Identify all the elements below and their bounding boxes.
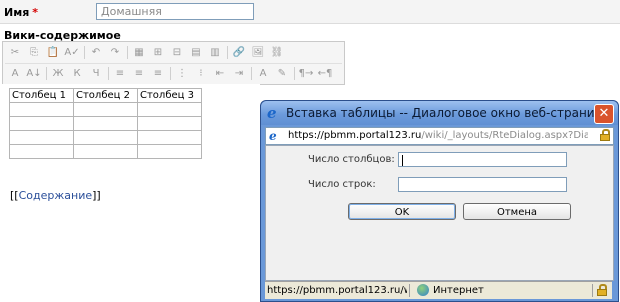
page-icon: e [269, 129, 277, 143]
dialog-title: Вставка таблицы -- Диалоговое окно веб-с… [286, 106, 613, 120]
toc-link-text[interactable]: Содержание [19, 189, 93, 202]
table-cell[interactable] [137, 102, 202, 117]
table-cells-icon[interactable]: ▥ [207, 45, 223, 60]
insert-link-icon[interactable]: 🔗 [231, 45, 247, 60]
rtl-icon[interactable]: ←¶ [317, 66, 333, 81]
toolbar-separator [127, 46, 128, 59]
remove-link-icon[interactable]: ⛓ [269, 45, 285, 60]
table-cell[interactable] [9, 144, 74, 159]
rows-label: Число строк: [308, 179, 376, 190]
sample-table[interactable]: Столбец 1 Столбец 2 Столбец 3 [9, 88, 202, 159]
table-row [9, 144, 202, 159]
toolbar-row-2: A A↓ Ж К Ч ≡ ≡ ≡ ⋮ ⁝ ⇤ ⇥ A ✎ ¶→ ←¶ [5, 63, 342, 83]
lock-icon [600, 129, 610, 141]
bold-icon[interactable]: Ж [50, 66, 66, 81]
indent-icon[interactable]: ⇥ [231, 66, 247, 81]
status-bar: https://pbmm.portal123.ru/wiki/_l Интерн… [265, 281, 612, 299]
table-props-icon[interactable]: ▤ [188, 45, 204, 60]
highlight-icon[interactable]: ✎ [274, 66, 290, 81]
table-cell[interactable] [73, 116, 138, 131]
status-separator [409, 284, 410, 297]
required-mark: * [32, 6, 39, 19]
undo-icon[interactable]: ↶ [88, 45, 104, 60]
wiki-editor-area[interactable]: Столбец 1 Столбец 2 Столбец 3 [[Содержан… [2, 84, 260, 302]
table-cell[interactable] [73, 144, 138, 159]
font-size-smaller-icon[interactable]: A↓ [26, 66, 42, 81]
table-row [9, 102, 202, 117]
toolbar-separator [251, 67, 252, 80]
dialog-content: Число столбцов: Число строк: OK Отмена [265, 145, 614, 281]
zone-label: Интернет [433, 285, 484, 296]
table-row [9, 116, 202, 131]
address-text: https://pbmm.portal123.ru/wiki/_layouts/… [288, 130, 588, 141]
table-columns-icon[interactable]: ⊟ [169, 45, 185, 60]
toolbar-separator [46, 67, 47, 80]
table-header-cell[interactable]: Столбец 1 [9, 88, 74, 103]
spellcheck-icon[interactable]: A✓ [64, 45, 80, 60]
address-bar: e https://pbmm.portal123.ru/wiki/_layout… [265, 127, 614, 145]
toolbar-separator [108, 67, 109, 80]
rows-input[interactable] [398, 177, 567, 192]
text-caret [402, 155, 403, 166]
table-cell[interactable] [9, 116, 74, 131]
italic-icon[interactable]: К [69, 66, 85, 81]
numbered-list-icon[interactable]: ⋮ [174, 66, 190, 81]
ok-button[interactable]: OK [348, 203, 456, 220]
table-row [9, 130, 202, 145]
table-cell[interactable] [137, 130, 202, 145]
insert-table-dialog: e Вставка таблицы -- Диалоговое окно веб… [260, 100, 619, 302]
name-label: Имя * [4, 6, 39, 19]
table-header-cell[interactable]: Столбец 2 [73, 88, 138, 103]
toolbar-separator [170, 67, 171, 80]
columns-input[interactable] [398, 152, 567, 167]
align-center-icon[interactable]: ≡ [131, 66, 147, 81]
status-url: https://pbmm.portal123.ru/wiki/_l [267, 285, 407, 296]
close-button[interactable]: ✕ [594, 104, 614, 124]
cancel-button[interactable]: Отмена [463, 203, 571, 220]
table-header-row: Столбец 1 Столбец 2 Столбец 3 [9, 88, 202, 103]
font-color-icon[interactable]: A [255, 66, 271, 81]
toolbar-separator [84, 46, 85, 59]
table-header-cell[interactable]: Столбец 3 [137, 88, 202, 103]
paste-icon[interactable]: 📋 [45, 45, 61, 60]
copy-icon[interactable]: ⎘ [26, 45, 42, 60]
outdent-icon[interactable]: ⇤ [212, 66, 228, 81]
ltr-icon[interactable]: ¶→ [298, 66, 314, 81]
insert-table-icon[interactable]: ▦ [131, 45, 147, 60]
toc-open-bracket: [[ [10, 189, 19, 202]
bulleted-list-icon[interactable]: ⁝ [193, 66, 209, 81]
toolbar-separator [227, 46, 228, 59]
ie-icon: e [267, 104, 277, 122]
font-size-icon[interactable]: A [7, 66, 23, 81]
name-row: Имя * Домашняя [0, 0, 620, 24]
rich-text-toolbar: ✂ ⎘ 📋 A✓ ↶ ↷ ▦ ⊞ ⊟ ▤ ▥ 🔗 🖼 ⛓ A A↓ Ж К Ч ≡ ≡ ≡ ⋮ ⁝ ⇤ ⇥ A ✎ ¶→ ←¶ [2, 41, 345, 85]
internet-zone-icon [417, 284, 429, 296]
toolbar-row-1: ✂ ⎘ 📋 A✓ ↶ ↷ ▦ ⊞ ⊟ ▤ ▥ 🔗 🖼 ⛓ [5, 43, 342, 62]
table-cell[interactable] [137, 116, 202, 131]
table-cell[interactable] [9, 130, 74, 145]
table-cell[interactable] [9, 102, 74, 117]
underline-icon[interactable]: Ч [88, 66, 104, 81]
columns-label: Число столбцов: [308, 154, 395, 165]
name-input[interactable]: Домашняя [96, 3, 254, 20]
cut-icon[interactable]: ✂ [7, 45, 23, 60]
table-cell[interactable] [73, 102, 138, 117]
toolbar-separator [294, 67, 295, 80]
align-left-icon[interactable]: ≡ [112, 66, 128, 81]
table-cell[interactable] [73, 130, 138, 145]
align-right-icon[interactable]: ≡ [150, 66, 166, 81]
table-cell[interactable] [137, 144, 202, 159]
insert-image-icon[interactable]: 🖼 [250, 45, 266, 60]
table-rows-icon[interactable]: ⊞ [150, 45, 166, 60]
lock-icon [597, 284, 607, 296]
status-separator [592, 284, 593, 297]
toc-wiki-link[interactable]: [[Содержание]] [10, 189, 101, 202]
close-icon: ✕ [598, 106, 610, 121]
redo-icon[interactable]: ↷ [107, 45, 123, 60]
toc-close-bracket: ]] [92, 189, 101, 202]
dialog-title-bar[interactable]: e Вставка таблицы -- Диалоговое окно веб… [261, 101, 618, 125]
